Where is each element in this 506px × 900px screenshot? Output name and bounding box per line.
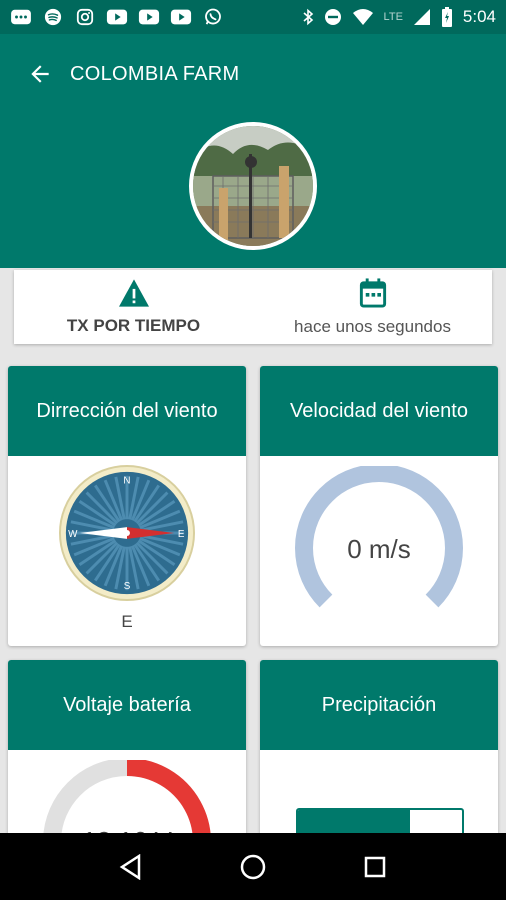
youtube-icon xyxy=(170,9,192,25)
wind-speed-value: 0 m/s xyxy=(347,534,411,564)
bluetooth-icon xyxy=(303,8,313,26)
compass-n: N xyxy=(123,476,130,487)
clock: 5:04 xyxy=(462,7,496,26)
system-icons: LTE 5:04 xyxy=(302,7,496,27)
youtube-icon xyxy=(106,9,128,25)
tx-mode-label: TX POR TIEMPO xyxy=(66,316,201,335)
compass-w: W xyxy=(68,529,78,540)
wifi-icon xyxy=(352,9,373,25)
do-not-disturb-icon xyxy=(324,9,341,25)
arrow-back-icon xyxy=(31,65,49,83)
messages-icon xyxy=(11,9,31,25)
last-update-label: hace unos segundos xyxy=(294,317,451,336)
compass-s: S xyxy=(124,581,131,592)
signal-icon xyxy=(413,9,430,25)
app-bar: COLOMBIA FARM xyxy=(0,34,506,114)
battery-voltage-title: Voltaje batería xyxy=(8,660,246,750)
instagram-icon xyxy=(76,8,94,26)
wind-speed-card[interactable]: Velocidad del viento 0 m/s xyxy=(260,366,498,646)
triangle-back-icon xyxy=(119,853,141,880)
status-bar: LTE 5:04 xyxy=(0,0,506,34)
wind-direction-title: Dirrección del viento xyxy=(8,366,246,456)
spotify-icon xyxy=(44,8,62,26)
compass-icon: N E S W xyxy=(58,464,196,607)
calendar-icon xyxy=(359,278,386,308)
last-update: hace unos segundos xyxy=(253,270,492,344)
square-recents-icon xyxy=(364,856,386,877)
nav-recents-button[interactable] xyxy=(355,847,395,887)
wind-direction-card[interactable]: Dirrección del viento N E S W E xyxy=(8,366,246,646)
whatsapp-icon xyxy=(205,8,221,25)
wind-direction-value: E xyxy=(121,612,133,631)
transmission-info-card: TX POR TIEMPO hace unos segundos xyxy=(14,270,492,344)
youtube-icon xyxy=(138,9,160,25)
precipitation-title: Precipitación xyxy=(260,660,498,750)
station-header xyxy=(0,114,506,268)
battery-voltage-card[interactable]: Voltaje batería 12.16 V xyxy=(8,660,246,840)
warning-icon xyxy=(118,279,149,307)
notification-icons xyxy=(10,8,224,26)
nav-home-button[interactable] xyxy=(233,847,273,887)
station-photo xyxy=(189,122,317,250)
wind-speed-title: Velocidad del viento xyxy=(260,366,498,456)
circle-home-icon xyxy=(240,854,266,879)
nav-back-button[interactable] xyxy=(111,847,151,887)
network-type: LTE xyxy=(383,11,403,23)
navigation-bar xyxy=(0,833,506,900)
page-title: COLOMBIA FARM xyxy=(70,62,240,85)
battery-icon xyxy=(441,7,452,27)
tx-mode: TX POR TIEMPO xyxy=(14,270,253,344)
compass-e: E xyxy=(178,529,185,540)
precipitation-card[interactable]: Precipitación xyxy=(260,660,498,840)
back-button[interactable] xyxy=(24,58,56,90)
